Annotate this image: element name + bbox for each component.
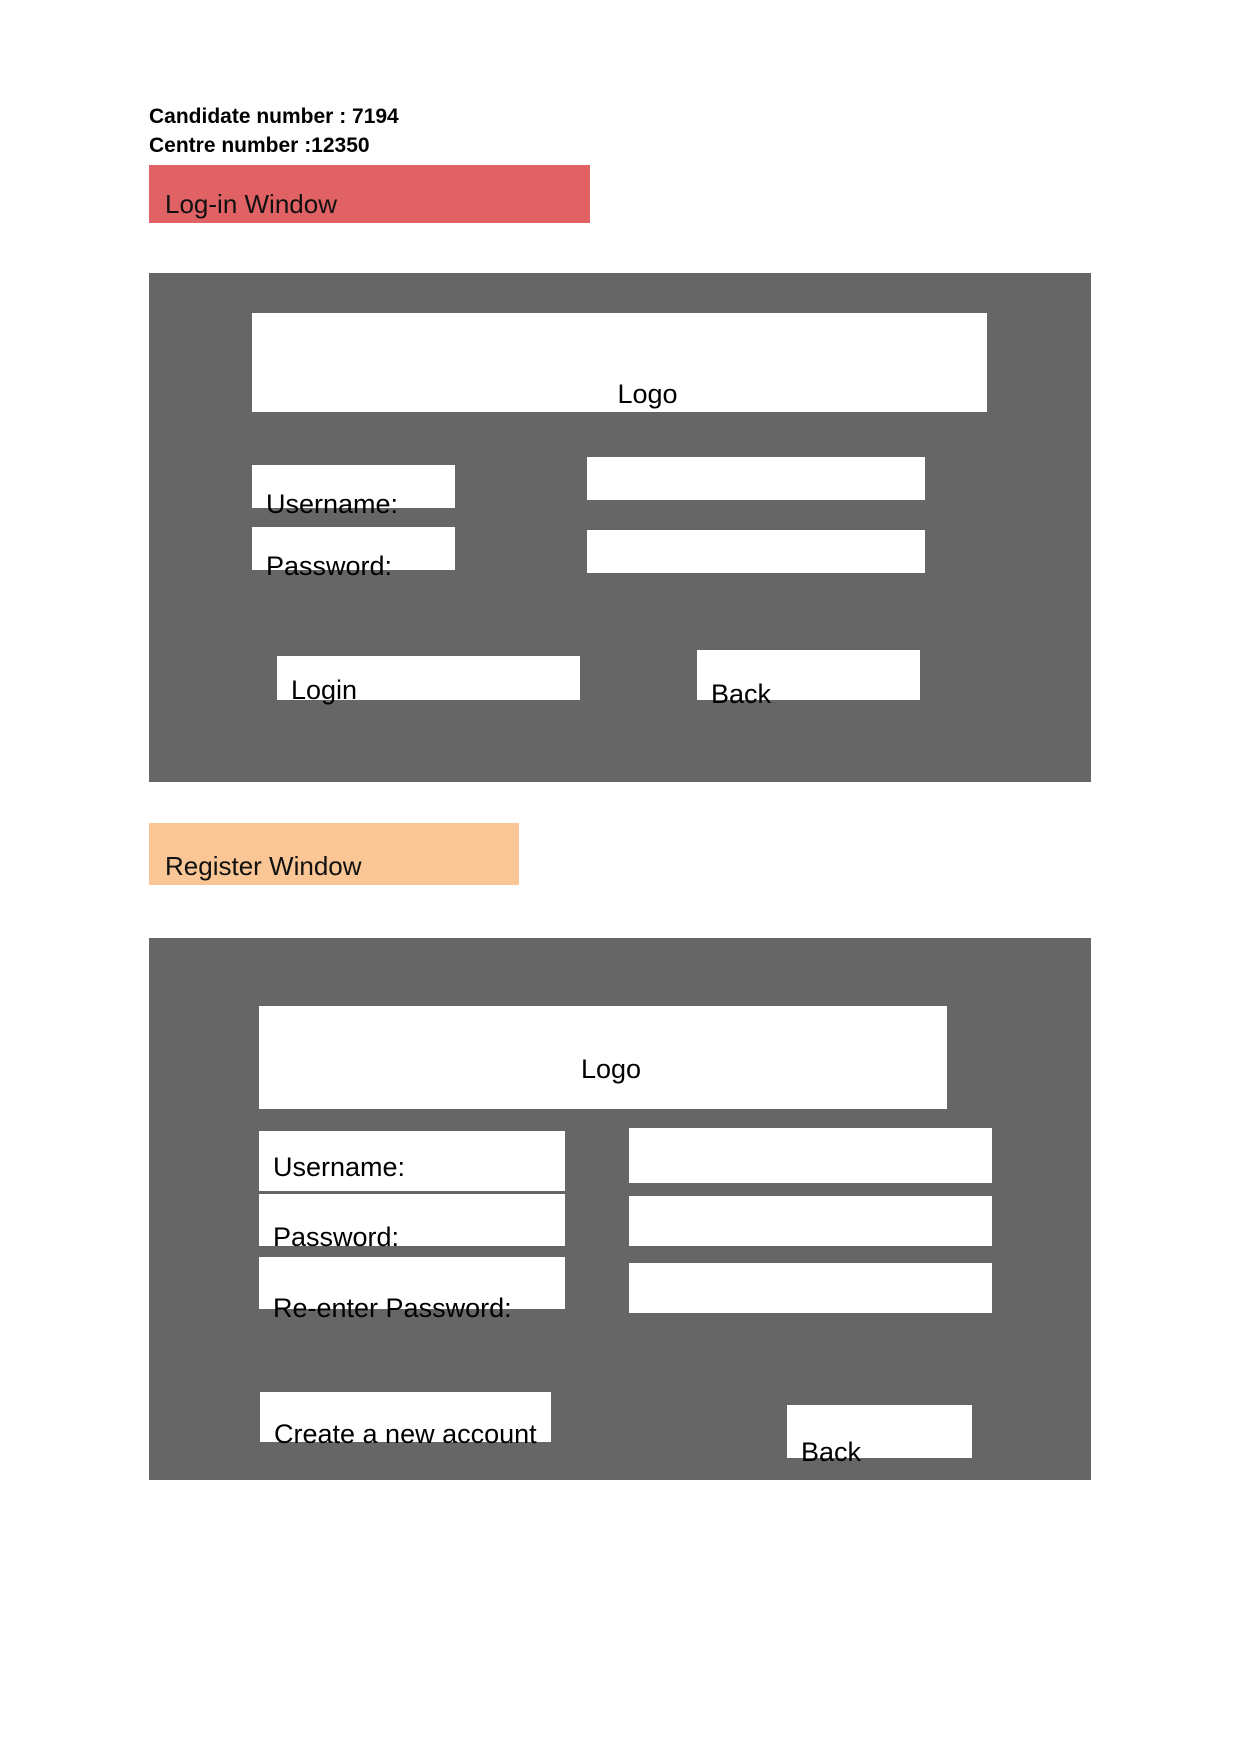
- section-header-register: Register Window: [149, 823, 519, 885]
- register-username-label-box: Username:: [259, 1131, 565, 1191]
- register-username-input[interactable]: [629, 1128, 992, 1183]
- register-password-input[interactable]: [629, 1196, 992, 1246]
- register-window-panel: Logo Username: Password: Re-enter Passwo…: [149, 938, 1091, 1480]
- login-back-button-label: Back: [711, 679, 772, 709]
- login-button[interactable]: Login: [277, 656, 580, 705]
- candidate-details: Candidate number : 7194 Centre number :1…: [149, 102, 399, 160]
- register-logo-label: Logo: [580, 1054, 642, 1084]
- register-back-button-label: Back: [801, 1437, 862, 1467]
- register-username-label-text: Username:: [273, 1152, 406, 1182]
- login-password-label-text: Password:: [266, 551, 393, 581]
- login-username-label-box: Username:: [252, 465, 455, 519]
- login-password-label-box: Password:: [252, 527, 455, 581]
- section-header-register-label: Register Window: [165, 851, 362, 881]
- register-repassword-label-box: Re-enter Password:: [259, 1257, 565, 1323]
- login-button-label: Login: [291, 675, 358, 705]
- login-back-button[interactable]: Back: [697, 650, 920, 709]
- register-password-label-box: Password:: [259, 1194, 565, 1252]
- login-username-label-text: Username:: [266, 489, 399, 519]
- login-username-input[interactable]: [587, 457, 925, 500]
- login-window-panel: Logo Username: Password: Login Back: [149, 273, 1091, 782]
- create-account-button[interactable]: Create a new account: [260, 1392, 551, 1449]
- register-back-button[interactable]: Back: [787, 1405, 972, 1467]
- register-repassword-input[interactable]: [629, 1263, 992, 1313]
- register-logo-placeholder: Logo: [259, 1006, 947, 1109]
- login-logo-label: Logo: [617, 379, 678, 409]
- login-logo-placeholder: Logo: [252, 313, 987, 412]
- register-password-label-text: Password:: [273, 1222, 400, 1252]
- section-header-login-label: Log-in Window: [165, 189, 337, 219]
- login-password-input[interactable]: [587, 530, 925, 573]
- centre-number-line: Centre number :12350: [149, 134, 370, 157]
- register-repassword-label-text: Re-enter Password:: [273, 1293, 512, 1323]
- section-header-login: Log-in Window: [149, 165, 590, 223]
- candidate-number-line: Candidate number : 7194: [149, 105, 399, 128]
- create-account-button-label: Create a new account: [274, 1419, 537, 1449]
- mockup-page: Candidate number : 7194 Centre number :1…: [0, 0, 1241, 1754]
